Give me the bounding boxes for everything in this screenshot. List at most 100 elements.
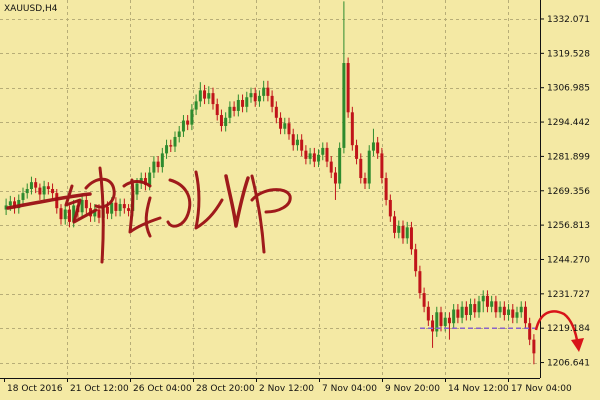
candle-body	[422, 293, 426, 307]
chart-title: XAUUSD,H4	[4, 4, 58, 14]
candle-body	[270, 95, 274, 107]
candle-body	[173, 136, 177, 147]
candle-body	[401, 225, 405, 239]
candle-body	[34, 182, 38, 188]
candle-body	[342, 63, 346, 148]
candle-body	[469, 304, 473, 315]
candle-body	[325, 147, 329, 162]
candle-body	[160, 153, 164, 168]
y-tick-label: 1244.270	[547, 255, 590, 265]
x-tick-label: 17 Nov 04:00	[511, 384, 572, 394]
candle-body	[414, 249, 418, 272]
candle-body	[59, 208, 63, 220]
candle-body	[329, 161, 333, 173]
candle-body	[257, 95, 261, 102]
candle-body	[528, 323, 532, 340]
candle-body	[405, 227, 409, 239]
candle-body	[224, 117, 228, 126]
candle-body	[219, 115, 223, 126]
y-tick-label: 1219.184	[547, 324, 590, 334]
candle-body	[241, 99, 245, 107]
candle-body	[393, 216, 397, 233]
y-tick-label: 1206.641	[547, 359, 590, 369]
candle-body	[190, 109, 194, 125]
candle-body	[384, 178, 388, 200]
candle-body	[473, 304, 477, 313]
candle-body	[211, 93, 215, 105]
candle-body	[355, 145, 359, 159]
y-tick-label: 1306.985	[547, 84, 590, 94]
candle-body	[29, 182, 33, 189]
candle-body	[266, 87, 270, 96]
candle-body	[502, 306, 506, 315]
x-tick-label: 2 Nov 12:00	[259, 384, 314, 394]
candle-body	[148, 172, 152, 185]
candle-body	[367, 150, 371, 184]
candle-body	[8, 201, 12, 206]
candle-body	[523, 306, 527, 324]
candle-body	[97, 209, 101, 218]
y-tick-label: 1231.727	[547, 290, 590, 300]
candle-body	[169, 145, 173, 147]
candle-body	[494, 301, 498, 313]
candle-body	[397, 225, 401, 233]
candle-body	[232, 106, 236, 111]
candle-body	[376, 142, 380, 154]
candle-body	[245, 97, 249, 107]
candle-body	[25, 189, 29, 194]
candle-body	[498, 306, 502, 313]
candle-body	[447, 317, 451, 324]
candle-body	[249, 93, 253, 98]
candle-body	[295, 139, 299, 146]
candle-body	[228, 106, 232, 118]
candle-body	[507, 309, 511, 315]
candle-body	[236, 99, 240, 111]
candle-body	[418, 271, 422, 294]
candle-body	[317, 154, 321, 162]
candle-body	[21, 193, 25, 200]
candle-body	[152, 161, 156, 173]
candle-body	[333, 172, 337, 184]
x-tick-label: 26 Oct 04:00	[133, 384, 192, 394]
candle-body	[431, 320, 435, 332]
candle-body	[350, 112, 354, 146]
candle-body	[279, 117, 283, 129]
candle-body	[122, 204, 126, 209]
candle-body	[490, 301, 494, 307]
x-tick-label: 9 Nov 20:00	[385, 384, 440, 394]
x-tick-label: 14 Nov 12:00	[448, 384, 509, 394]
candle-body	[485, 295, 489, 307]
candle-body	[46, 186, 50, 189]
chart-window: 1332.071 1319.528 1306.985 1294.442 1281.899…	[0, 0, 600, 400]
candle-body	[291, 134, 295, 146]
x-tick-label: 18 Oct 2016	[7, 384, 63, 394]
y-tick-label: 1269.356	[547, 187, 590, 197]
candle-body	[114, 202, 118, 211]
candle	[338, 142, 342, 189]
candle-body	[283, 123, 287, 129]
candle-body	[127, 208, 131, 211]
candle-body	[198, 90, 202, 102]
candle-body	[519, 306, 523, 313]
candle	[350, 106, 354, 151]
y-tick-label: 1319.528	[547, 49, 590, 59]
candle-body	[477, 301, 481, 313]
candle-body	[215, 104, 219, 116]
candle-body	[274, 106, 278, 118]
candle-body	[203, 90, 207, 99]
y-tick-label: 1256.813	[547, 221, 590, 231]
y-tick-label: 1294.442	[547, 118, 590, 128]
candle-body	[156, 161, 160, 168]
candle-body	[42, 186, 46, 195]
candle-body	[426, 306, 430, 321]
candle-body	[181, 120, 185, 132]
x-tick-label: 7 Nov 04:00	[322, 384, 377, 394]
candle-body	[409, 227, 413, 250]
candle-body	[443, 317, 447, 326]
candle-body	[194, 101, 198, 110]
candle-body	[388, 199, 392, 217]
candle-body	[511, 309, 515, 318]
candle	[367, 145, 371, 189]
candle-body	[308, 153, 312, 159]
candle-body	[118, 204, 122, 211]
